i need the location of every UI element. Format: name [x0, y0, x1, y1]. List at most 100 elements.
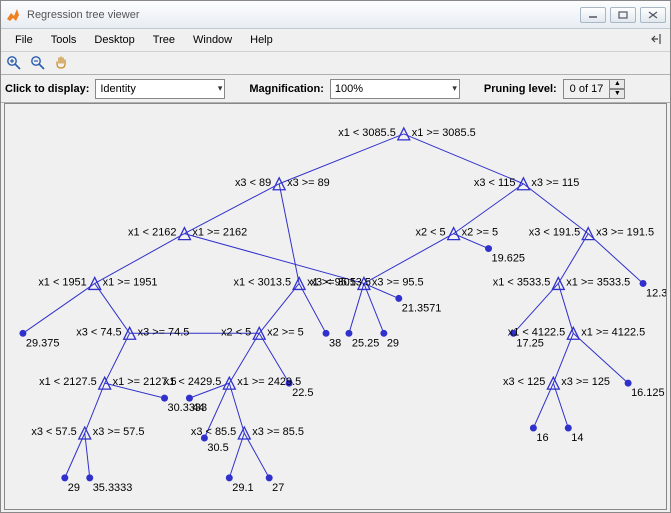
chevron-down-icon: ▾	[452, 83, 457, 94]
split-condition-left: x1 < 1951	[38, 276, 86, 288]
leaf-node[interactable]	[61, 474, 68, 481]
leaf-value: 21.3571	[402, 302, 442, 314]
zoom-in-icon[interactable]	[5, 54, 23, 72]
pruning-up-button[interactable]: ▲	[609, 79, 625, 89]
pruning-down-button[interactable]: ▼	[609, 89, 625, 99]
leaf-node[interactable]	[345, 330, 352, 337]
window-title: Regression tree viewer	[27, 9, 580, 21]
leaf-node[interactable]	[161, 395, 168, 402]
leaf-value: 22.5	[292, 387, 313, 399]
leaf-value: 12.3333	[646, 287, 666, 299]
close-button[interactable]	[640, 7, 666, 23]
leaf-node[interactable]	[186, 395, 193, 402]
leaf-node[interactable]	[226, 474, 233, 481]
split-condition-right: x2 >= 5	[462, 227, 499, 239]
titlebar[interactable]: Regression tree viewer	[1, 1, 670, 29]
magnification-value: 100%	[335, 83, 363, 95]
leaf-value: 29.375	[26, 337, 60, 349]
split-condition-left: x3 < 74.5	[76, 326, 121, 338]
split-condition-right: x1 >= 3533.5	[566, 276, 630, 288]
leaf-node[interactable]	[530, 425, 537, 432]
menu-desktop[interactable]: Desktop	[86, 32, 142, 48]
split-condition-right: x3 >= 191.5	[596, 227, 654, 239]
split-condition-right: x3 >= 115	[531, 177, 579, 189]
leaf-value: 38	[329, 337, 341, 349]
menu-help[interactable]: Help	[242, 32, 281, 48]
split-condition-left: x3 < 85.5	[191, 426, 236, 438]
split-node[interactable]	[398, 128, 410, 140]
leaf-node[interactable]	[395, 295, 402, 302]
leaf-node[interactable]	[625, 380, 632, 387]
window: Regression tree viewer File Tools Deskto…	[0, 0, 671, 513]
split-condition-right: x1 >= 4122.5	[581, 326, 645, 338]
split-condition-left: x2 < 5	[415, 227, 445, 239]
split-condition-left: x3 < 89	[235, 177, 271, 189]
pan-hand-icon[interactable]	[53, 54, 71, 72]
magnification-label: Magnification:	[249, 83, 324, 95]
pruning-level-label: Pruning level:	[484, 83, 557, 95]
menu-tools[interactable]: Tools	[43, 32, 85, 48]
split-condition-left: x3 < 95.5	[311, 276, 356, 288]
split-condition-left: x3 < 115	[474, 177, 516, 189]
matlab-logo-icon	[5, 7, 21, 23]
magnification-combo[interactable]: 100% ▾	[330, 79, 460, 99]
split-condition-left: x1 < 2429.5	[164, 376, 222, 388]
leaf-node[interactable]	[565, 425, 572, 432]
controlbar: Click to display: Identity ▾ Magnificati…	[1, 75, 670, 103]
split-condition-left: x3 < 191.5	[529, 227, 580, 239]
split-condition-left: x1 < 3533.5	[493, 276, 551, 288]
split-condition-left: x1 < 2127.5	[39, 376, 97, 388]
leaf-value: 29	[387, 337, 399, 349]
toolbar	[1, 51, 670, 75]
leaf-value: 30.5	[207, 442, 228, 454]
pruning-level-value: 0 of 17	[563, 79, 610, 99]
split-condition-left: x2 < 5	[221, 326, 251, 338]
leaf-node[interactable]	[86, 474, 93, 481]
leaf-node[interactable]	[485, 245, 492, 252]
leaf-node[interactable]	[380, 330, 387, 337]
click-to-display-combo[interactable]: Identity ▾	[95, 79, 225, 99]
leaf-value: 35.3333	[93, 482, 133, 494]
menubar: File Tools Desktop Tree Window Help	[1, 29, 670, 51]
pruning-level-stepper[interactable]: 0 of 17 ▲ ▼	[563, 79, 626, 99]
split-condition-right: x3 >= 57.5	[93, 426, 145, 438]
leaf-value: 44	[192, 402, 204, 414]
menu-tree[interactable]: Tree	[145, 32, 183, 48]
split-condition-right: x3 >= 125	[561, 376, 610, 388]
split-condition-left: x1 < 4122.5	[508, 326, 566, 338]
click-to-display-label: Click to display:	[5, 83, 89, 95]
split-condition-left: x1 < 3013.5	[234, 276, 292, 288]
leaf-value: 16	[536, 432, 548, 444]
menu-window[interactable]: Window	[185, 32, 240, 48]
zoom-out-icon[interactable]	[29, 54, 47, 72]
split-condition-right: x2 >= 5	[267, 326, 304, 338]
split-condition-left: x1 < 3085.5	[338, 127, 396, 139]
split-condition-right: x3 >= 89	[287, 177, 330, 189]
leaf-value: 16.125	[631, 387, 665, 399]
menu-file[interactable]: File	[7, 32, 41, 48]
click-to-display-value: Identity	[100, 83, 135, 95]
leaf-node[interactable]	[19, 330, 26, 337]
minimize-button[interactable]	[580, 7, 606, 23]
leaf-node[interactable]	[266, 474, 273, 481]
split-condition-left: x3 < 125	[503, 376, 545, 388]
leaf-value: 29.1	[232, 482, 253, 494]
leaf-value: 14	[571, 432, 583, 444]
leaf-value: 29	[68, 482, 80, 494]
split-condition-left: x1 < 2162	[128, 227, 176, 239]
leaf-value: 27	[272, 482, 284, 494]
chevron-down-icon: ▾	[218, 83, 223, 94]
tree-canvas[interactable]: x1 < 3085.5x1 >= 3085.5x3 < 89x3 >= 89x3…	[4, 103, 667, 510]
maximize-button[interactable]	[610, 7, 636, 23]
dock-icon[interactable]	[650, 32, 664, 49]
split-condition-right: x1 >= 1951	[103, 276, 158, 288]
leaf-value: 25.25	[352, 337, 379, 349]
split-condition-right: x3 >= 95.5	[372, 276, 424, 288]
split-condition-right: x1 >= 2162	[192, 227, 247, 239]
split-condition-right: x3 >= 85.5	[252, 426, 304, 438]
leaf-value: 17.25	[516, 337, 543, 349]
leaf-value: 19.625	[492, 253, 526, 265]
leaf-node[interactable]	[640, 280, 647, 287]
split-condition-left: x3 < 57.5	[31, 426, 76, 438]
leaf-node[interactable]	[323, 330, 330, 337]
